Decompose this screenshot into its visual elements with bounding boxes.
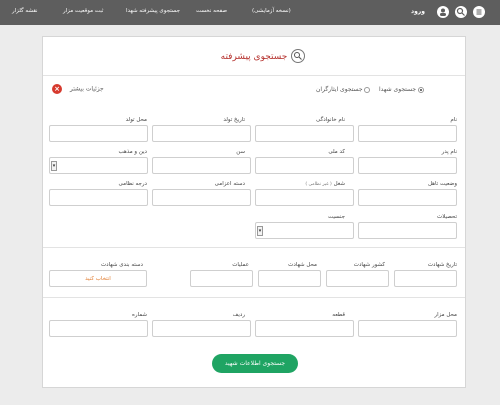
- nav-version: (نسخه آزمایشی): [252, 8, 291, 14]
- operations-field[interactable]: [190, 270, 253, 287]
- advanced-search-card: جستجوی پیشرفته جستجوی شهدا جستجوی ایثارگ…: [42, 36, 466, 388]
- label-piece: قطعه: [332, 312, 345, 318]
- radio-unchecked[interactable]: [364, 86, 371, 93]
- rank-field[interactable]: [49, 189, 148, 206]
- nav-map[interactable]: نقشه گلزار: [12, 8, 38, 14]
- user-icon[interactable]: [437, 6, 449, 18]
- label-religion: دین و مذهب: [118, 149, 147, 155]
- force-field[interactable]: [152, 189, 251, 206]
- search-icon: [291, 49, 305, 63]
- label-job-note: ( غیر نظامی ): [305, 182, 332, 187]
- radio-martyrs-label: جستجوی شهدا: [379, 86, 417, 93]
- label-job-text: شغل: [333, 181, 345, 187]
- name-field[interactable]: [358, 125, 457, 142]
- nav-register-location[interactable]: ثبت موقعیت مزار: [63, 8, 103, 14]
- chevron-down-icon[interactable]: ▾: [257, 226, 263, 236]
- label-row: ردیف: [232, 312, 245, 318]
- martyr-country-field[interactable]: [326, 270, 389, 287]
- radio-martyrs[interactable]: جستجوی شهدا: [379, 86, 424, 93]
- martyr-date-field[interactable]: [394, 270, 457, 287]
- nav-advanced-search[interactable]: جستجوی پیشرفته شهدا: [126, 8, 180, 14]
- marital-field[interactable]: [358, 189, 457, 206]
- label-birth-date: تاریخ تولد: [223, 117, 245, 123]
- radio-veterans-label: جستجوی ایثارگران: [316, 86, 363, 93]
- label-martyr-date: تاریخ شهادت: [427, 262, 457, 268]
- gender-select[interactable]: ▾: [255, 222, 354, 239]
- label-gender: جنسیت: [327, 214, 345, 220]
- chevron-down-icon[interactable]: ▾: [51, 161, 57, 171]
- divider: [43, 297, 465, 298]
- label-father: نام پدر: [441, 149, 457, 155]
- label-age: سن: [236, 149, 245, 155]
- piece-field[interactable]: [255, 320, 354, 337]
- father-field[interactable]: [358, 157, 457, 174]
- grave-place-field[interactable]: [358, 320, 457, 337]
- label-family: نام خانوادگی: [316, 117, 345, 123]
- birth-place-field[interactable]: [49, 125, 148, 142]
- label-martyr-country: کشور شهادت: [353, 262, 385, 268]
- label-name: نام: [450, 117, 457, 123]
- label-operations: عملیات: [232, 262, 249, 268]
- label-rank: درجه نظامی: [118, 181, 147, 187]
- row-field[interactable]: [152, 320, 251, 337]
- more-details-label: جزئیات بیشتر: [69, 85, 104, 93]
- category-select[interactable]: انتخاب کنید: [49, 270, 147, 287]
- radio-veterans[interactable]: جستجوی ایثارگران: [316, 86, 371, 93]
- close-icon[interactable]: ×: [52, 84, 62, 94]
- family-field[interactable]: [255, 125, 354, 142]
- label-birth-place: محل تولد: [125, 117, 147, 123]
- nav-home[interactable]: صفحه نخست: [196, 8, 227, 14]
- divider: [43, 75, 465, 76]
- top-navbar: نقشه گلزار ثبت موقعیت مزار جستجوی پیشرفت…: [0, 0, 500, 25]
- martyr-place-field[interactable]: [258, 270, 321, 287]
- national-code-field[interactable]: [255, 157, 354, 174]
- menu-icon[interactable]: [473, 6, 485, 18]
- label-national-code: کد ملی: [328, 149, 345, 155]
- login-link[interactable]: ورود: [411, 8, 425, 15]
- job-field[interactable]: [255, 189, 354, 206]
- label-marital: وضعیت تاهل: [427, 181, 457, 187]
- label-education: تحصیلات: [437, 214, 457, 220]
- label-job: ( غیر نظامی ) شغل: [305, 181, 345, 187]
- age-field[interactable]: [152, 157, 251, 174]
- education-field[interactable]: [358, 222, 457, 239]
- label-category: دسته بندی شهادت: [101, 262, 143, 268]
- more-details-toggle[interactable]: × جزئیات بیشتر: [52, 84, 104, 94]
- label-number: شماره: [131, 312, 147, 318]
- birth-date-field[interactable]: [152, 125, 251, 142]
- divider: [43, 247, 465, 248]
- page-title: جستجوی پیشرفته: [220, 52, 288, 62]
- number-field[interactable]: [49, 320, 148, 337]
- radio-checked[interactable]: [417, 86, 424, 93]
- religion-select[interactable]: ▾: [49, 157, 148, 174]
- search-icon[interactable]: [455, 6, 467, 18]
- submit-search-button[interactable]: جستجوی اطلاعات شهید: [212, 354, 298, 373]
- label-grave-place: محل مزار: [434, 312, 457, 318]
- label-martyr-place: محل شهادت: [288, 262, 317, 268]
- label-force: دسته اعزامی: [214, 181, 245, 187]
